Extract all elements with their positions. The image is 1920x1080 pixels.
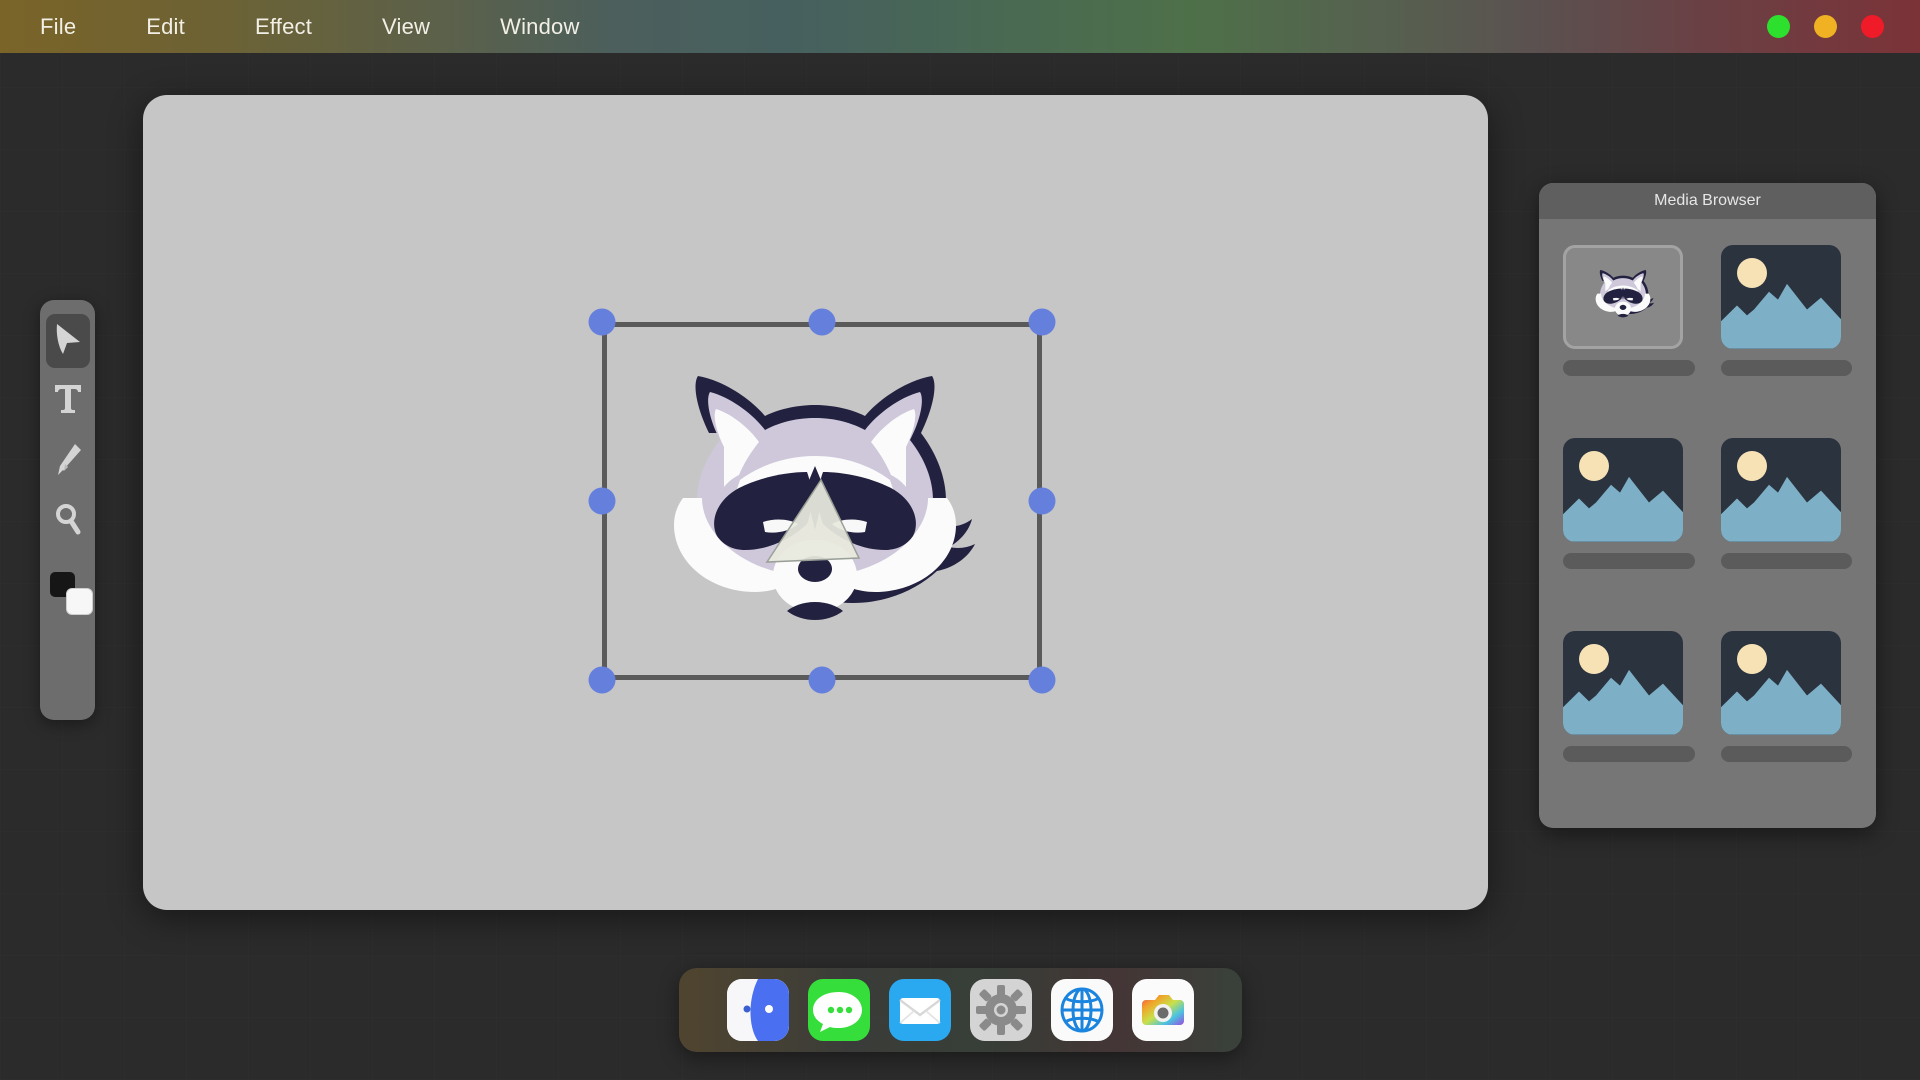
dock-settings-icon[interactable]	[970, 979, 1032, 1041]
media-browser-grid	[1539, 219, 1876, 828]
media-thumb-6[interactable]	[1720, 631, 1852, 802]
dock-finder-icon[interactable]	[727, 979, 789, 1041]
media-thumb-2[interactable]	[1720, 245, 1852, 416]
media-thumb-6-label	[1720, 746, 1852, 762]
placeholder-mountain-icon	[1563, 670, 1683, 735]
text-t-icon	[53, 383, 83, 420]
menu-edit[interactable]: Edit	[136, 14, 195, 40]
dock-photos-icon[interactable]	[1132, 979, 1194, 1041]
placeholder-mountain-icon	[1720, 670, 1841, 735]
media-thumb-2-label	[1720, 360, 1852, 376]
menu-bar-items: File Edit Effect View Window	[0, 14, 590, 40]
media-thumb-5-image[interactable]	[1563, 631, 1683, 735]
media-browser-title: Media Browser	[1539, 183, 1876, 219]
media-thumb-1[interactable]	[1563, 245, 1695, 416]
media-thumb-5[interactable]	[1563, 631, 1695, 802]
text-tool[interactable]	[46, 374, 90, 428]
selection-border	[602, 322, 1042, 680]
menu-window[interactable]: Window	[490, 14, 589, 40]
media-thumb-1-label	[1563, 360, 1695, 376]
handle-bottom-right[interactable]	[1028, 666, 1056, 694]
media-thumb-2-image[interactable]	[1720, 245, 1841, 349]
media-thumb-3-image[interactable]	[1563, 438, 1683, 542]
menu-file[interactable]: File	[30, 14, 86, 40]
menu-bar: File Edit Effect View Window	[0, 0, 1920, 53]
media-thumb-3-label	[1563, 553, 1695, 569]
magnifier-icon	[53, 503, 83, 540]
media-thumb-4-image[interactable]	[1720, 438, 1841, 542]
cursor-arrow-icon	[53, 322, 83, 361]
menu-effect[interactable]: Effect	[245, 14, 322, 40]
zoom-tool[interactable]	[46, 494, 90, 548]
selection-bounding-box	[588, 308, 1056, 694]
window-maximize-button[interactable]	[1814, 15, 1837, 38]
raccoon-thumbnail-icon	[1590, 268, 1656, 327]
media-browser-panel: Media Browser	[1539, 183, 1876, 828]
handle-bottom-center[interactable]	[808, 666, 836, 694]
handle-top-left[interactable]	[588, 308, 616, 336]
menu-view[interactable]: View	[372, 14, 440, 40]
dock-browser-icon[interactable]	[1051, 979, 1113, 1041]
color-swatches	[46, 568, 93, 626]
handle-top-right[interactable]	[1028, 308, 1056, 336]
dock-mail-icon[interactable]	[889, 979, 951, 1041]
pen-nib-icon	[53, 442, 83, 481]
window-close-button[interactable]	[1861, 15, 1884, 38]
media-thumb-3[interactable]	[1563, 438, 1695, 609]
handle-middle-right[interactable]	[1028, 487, 1056, 515]
media-thumb-5-label	[1563, 746, 1695, 762]
handle-top-center[interactable]	[808, 308, 836, 336]
window-minimize-button[interactable]	[1767, 15, 1790, 38]
dock-messages-icon[interactable]	[808, 979, 870, 1041]
pen-tool[interactable]	[46, 434, 90, 488]
handle-bottom-left[interactable]	[588, 666, 616, 694]
window-controls	[1767, 0, 1884, 53]
media-thumb-6-image[interactable]	[1720, 631, 1841, 735]
placeholder-mountain-icon	[1563, 477, 1683, 542]
media-thumb-4-label	[1720, 553, 1852, 569]
media-thumb-1-image[interactable]	[1563, 245, 1683, 349]
tools-palette	[40, 300, 95, 720]
handle-middle-left[interactable]	[588, 487, 616, 515]
media-thumb-4[interactable]	[1720, 438, 1852, 609]
selection-tool[interactable]	[45, 314, 90, 368]
dock	[679, 968, 1242, 1052]
placeholder-mountain-icon	[1720, 477, 1841, 542]
placeholder-mountain-icon	[1720, 284, 1841, 349]
stroke-color-swatch[interactable]	[65, 588, 93, 615]
